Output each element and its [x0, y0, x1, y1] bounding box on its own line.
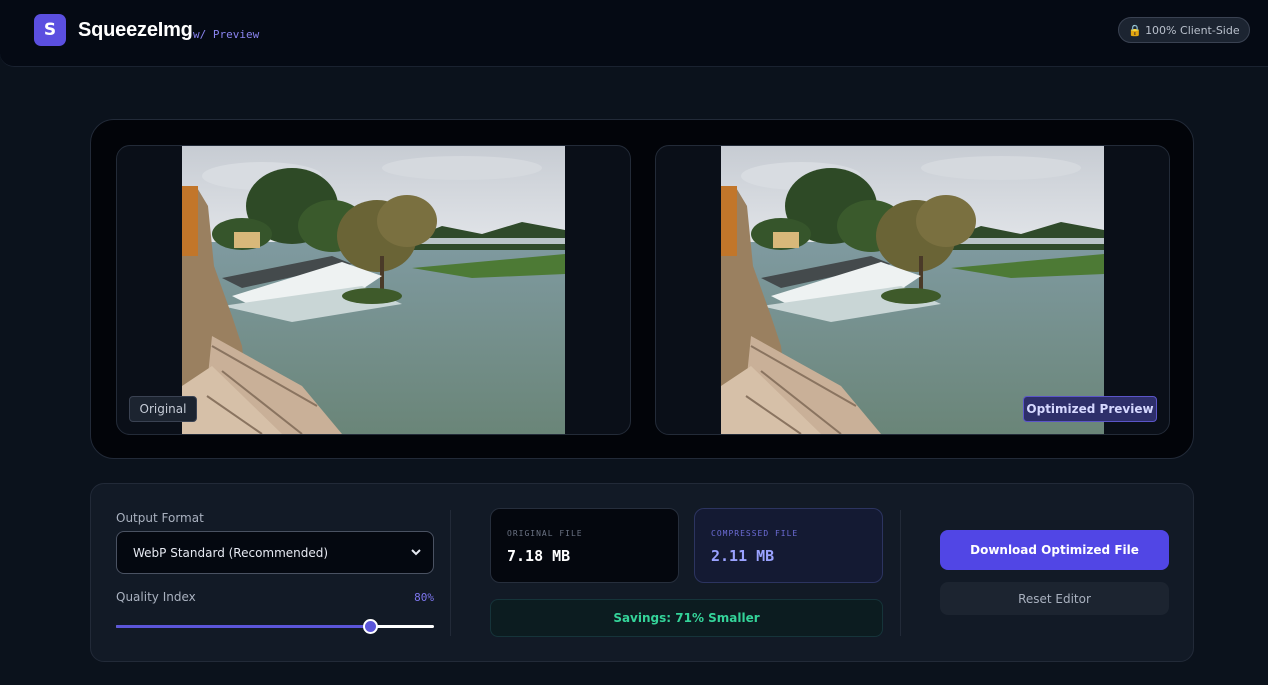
optimized-pane: Optimized Preview: [655, 145, 1170, 435]
output-format-select[interactable]: WebP Standard (Recommended): [116, 531, 434, 574]
app-subtitle: w/ Preview: [193, 28, 260, 41]
client-side-badge: 🔒 100% Client-Side: [1118, 17, 1250, 43]
app-header: S SqueezeImg w/ Preview 🔒 100% Client-Si…: [0, 0, 1268, 67]
divider: [900, 510, 901, 636]
reset-button[interactable]: Reset Editor: [940, 582, 1169, 615]
download-button[interactable]: Download Optimized File: [940, 530, 1169, 570]
quality-value: 80%: [414, 591, 434, 604]
slider-thumb[interactable]: [363, 619, 378, 634]
app-title: SqueezeImg: [78, 19, 193, 41]
logo-icon: S: [34, 14, 66, 46]
original-image: [182, 146, 565, 434]
original-file-title: ORIGINAL FILE: [507, 529, 583, 538]
original-pane: Original: [116, 145, 631, 435]
preview-panel: Original Optimized Preview: [90, 119, 1194, 459]
output-format-label: Output Format: [116, 511, 204, 525]
slider-fill: [116, 625, 370, 628]
original-file-size: 7.18 MB: [507, 547, 571, 565]
compressed-file-size: 2.11 MB: [711, 547, 775, 565]
divider: [450, 510, 451, 636]
compressed-file-card: COMPRESSED FILE 2.11 MB: [694, 508, 883, 583]
control-panel: Output Format WebP Standard (Recommended…: [90, 483, 1194, 662]
client-side-label: 100% Client-Side: [1145, 23, 1240, 37]
quality-slider[interactable]: [116, 619, 434, 634]
quality-label: Quality Index: [116, 590, 196, 604]
optimized-label: Optimized Preview: [1023, 396, 1157, 422]
format-selected-value: WebP Standard (Recommended): [133, 545, 329, 560]
optimized-image: [721, 146, 1104, 434]
savings-badge: Savings: 71% Smaller: [490, 599, 883, 637]
chevron-down-icon: [411, 549, 421, 556]
original-label: Original: [129, 396, 197, 422]
lock-icon: 🔒: [1128, 23, 1143, 37]
original-file-card: ORIGINAL FILE 7.18 MB: [490, 508, 679, 583]
compressed-file-title: COMPRESSED FILE: [711, 529, 799, 538]
